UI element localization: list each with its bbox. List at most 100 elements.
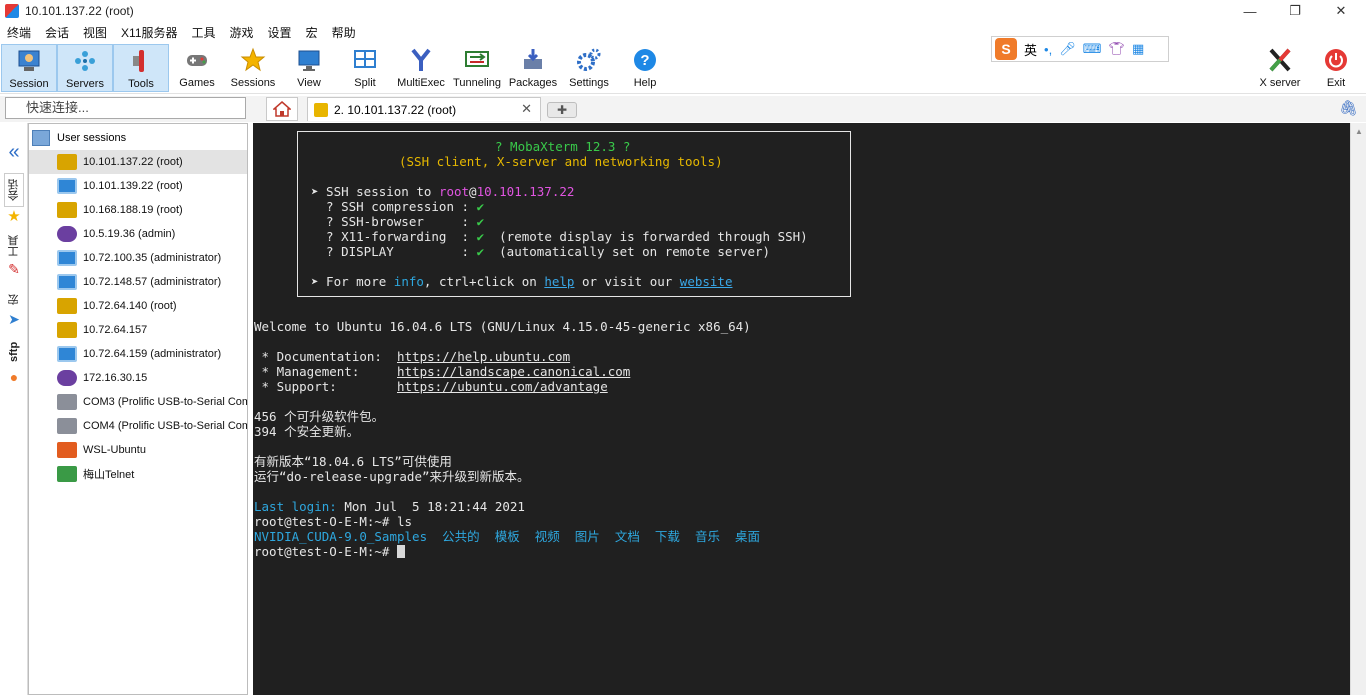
sessions-panel: User sessions 10.101.137.22 (root) 10.10… <box>28 123 248 695</box>
tools-button[interactable]: Tools <box>113 44 169 92</box>
option-line: ? X11-forwarding : ✔ (remote display is … <box>311 229 808 244</box>
rdp-windows-icon <box>57 274 77 290</box>
upgrade-hint-line: 运行“do-release-upgrade”来升级到新版本。 <box>254 469 530 484</box>
tab-close-icon[interactable]: ✕ <box>521 101 532 117</box>
menu-settings[interactable]: 设置 <box>261 24 299 41</box>
session-button[interactable]: Session <box>1 44 57 92</box>
updates-line: 456 个可升级软件包。 <box>254 409 385 424</box>
toolbox-grid-icon[interactable]: ▦ <box>1132 41 1144 57</box>
ssh-key-icon <box>57 322 77 338</box>
session-item[interactable]: 10.72.64.157 <box>29 318 247 342</box>
star-icon <box>240 47 266 73</box>
terminal-scrollbar[interactable]: ▲ <box>1350 123 1366 695</box>
menu-help[interactable]: 帮助 <box>325 24 363 41</box>
website-link[interactable]: website <box>680 274 733 289</box>
option-line: ? SSH compression : ✔ <box>311 199 485 214</box>
tools-icon <box>128 48 154 74</box>
x-server-icon <box>1267 47 1293 73</box>
rdp-windows-icon <box>57 346 77 362</box>
ls-output-line: NVIDIA_CUDA-9.0_Samples 公共的 模板 视频 图片 文档 … <box>254 529 761 544</box>
home-icon <box>273 101 291 117</box>
left-sidebar: « 会话 ★ 工具 ✎ 宏 ➤ sftp ● <box>0 123 28 695</box>
user-sessions-folder[interactable]: User sessions <box>29 126 247 150</box>
window-title: 10.101.137.22 (root) <box>25 4 134 18</box>
ssh-key-icon <box>314 102 328 117</box>
split-button[interactable]: Split <box>337 44 393 92</box>
scroll-up-arrow-icon[interactable]: ▲ <box>1355 127 1363 136</box>
doc-url[interactable]: https://help.ubuntu.com <box>397 349 570 364</box>
info-link[interactable]: info <box>394 274 424 289</box>
xserver-button[interactable]: X server <box>1252 44 1308 92</box>
keyboard-icon[interactable]: ⌨ <box>1083 41 1102 57</box>
session-item[interactable]: 10.5.19.36 (admin) <box>29 222 247 246</box>
welcome-line: Welcome to Ubuntu 16.04.6 LTS (GNU/Linux… <box>254 319 751 334</box>
session-item[interactable]: COM4 (Prolific USB-to-Serial Comm <box>29 414 247 438</box>
restore-icon[interactable]: ❐ <box>1272 0 1318 22</box>
menu-view[interactable]: 视图 <box>76 24 114 41</box>
paperclip-icon[interactable]: 🖇︎ <box>1339 99 1358 117</box>
support-line: * Support: https://ubuntu.com/advantage <box>254 379 608 394</box>
sessions-button[interactable]: Sessions <box>225 44 281 92</box>
new-tab-button[interactable]: ✚ <box>547 102 577 118</box>
last-login-line: Last login: Mon Jul 5 18:21:44 2021 <box>254 499 525 514</box>
session-tab-active[interactable]: 2. 10.101.137.22 (root) ✕ <box>307 97 541 121</box>
current-prompt: root@test-O-E-M:~# <box>254 544 405 559</box>
ime-language-toggle[interactable]: 英 <box>1024 40 1037 59</box>
multiexec-button[interactable]: MultiExec <box>393 44 449 92</box>
tab-tools[interactable]: 工具 <box>4 231 24 261</box>
session-item[interactable]: 10.72.148.57 (administrator) <box>29 270 247 294</box>
menu-macros[interactable]: 宏 <box>299 24 325 41</box>
ime-punctuation-toggle[interactable]: •, <box>1044 42 1052 57</box>
view-button[interactable]: View <box>281 44 337 92</box>
tunneling-button[interactable]: Tunneling <box>449 44 505 92</box>
option-line: ? DISPLAY : ✔ (automatically set on remo… <box>311 244 771 259</box>
session-item[interactable]: COM3 (Prolific USB-to-Serial Comm <box>29 390 247 414</box>
session-item[interactable]: 10.72.64.159 (administrator) <box>29 342 247 366</box>
folder-user-icon <box>32 130 50 146</box>
mobaxterm-app-icon <box>5 4 19 18</box>
minimize-icon[interactable]: — <box>1227 0 1273 22</box>
menu-games[interactable]: 游戏 <box>223 24 261 41</box>
games-icon <box>184 47 210 73</box>
ime-toolbar: S 英 •, 🎤︎ ⌨ 👕︎ ▦ <box>991 36 1169 62</box>
session-item[interactable]: 10.72.64.140 (root) <box>29 294 247 318</box>
prompt-line: root@test-O-E-M:~# ls <box>254 514 413 529</box>
exit-button[interactable]: Exit <box>1308 44 1364 92</box>
session-item[interactable]: 10.72.100.35 (administrator) <box>29 246 247 270</box>
session-tab-label: 2. 10.101.137.22 (root) <box>334 102 457 117</box>
session-item[interactable]: WSL-Ubuntu <box>29 438 247 462</box>
menu-x11-server[interactable]: X11服务器 <box>114 24 184 41</box>
collapse-sidebar-icon[interactable]: « <box>4 141 24 164</box>
session-item[interactable]: 172.16.30.15 <box>29 366 247 390</box>
packages-button[interactable]: Packages <box>505 44 561 92</box>
session-icon <box>16 48 42 74</box>
close-icon[interactable]: ✕ <box>1318 0 1364 22</box>
session-item[interactable]: 10.101.139.22 (root) <box>29 174 247 198</box>
menu-terminal[interactable]: 终端 <box>0 24 38 41</box>
help-button[interactable]: ? Help <box>617 44 673 92</box>
doc-line: * Documentation: https://help.ubuntu.com <box>254 349 571 364</box>
help-link[interactable]: help <box>544 274 574 289</box>
session-item[interactable]: 10.168.188.19 (root) <box>29 198 247 222</box>
session-item[interactable]: 梅山Telnet <box>29 462 247 486</box>
option-line: ? SSH-browser : ✔ <box>311 214 485 229</box>
terminal[interactable]: ? MobaXterm 12.3 ? (SSH client, X-server… <box>253 123 1350 695</box>
skin-shirt-icon[interactable]: 👕︎ <box>1108 41 1125 57</box>
menu-tools[interactable]: 工具 <box>185 24 223 41</box>
mgmt-url[interactable]: https://landscape.canonical.com <box>397 364 630 379</box>
games-button[interactable]: Games <box>169 44 225 92</box>
quick-connect-input[interactable]: 快速连接... <box>5 97 246 119</box>
microphone-icon[interactable]: 🎤︎ <box>1059 41 1076 57</box>
tab-sftp[interactable]: sftp <box>4 337 24 367</box>
menu-sessions[interactable]: 会话 <box>38 24 76 41</box>
power-icon <box>1323 47 1349 73</box>
session-item[interactable]: 10.101.137.22 (root) <box>29 150 247 174</box>
tab-macros[interactable]: 宏 <box>4 289 24 311</box>
support-url[interactable]: https://ubuntu.com/advantage <box>397 379 608 394</box>
sogou-logo-icon[interactable]: S <box>995 38 1017 60</box>
view-icon <box>296 47 322 73</box>
tab-sessions[interactable]: 会话 <box>4 173 24 207</box>
servers-button[interactable]: Servers <box>57 44 113 92</box>
settings-button[interactable]: Settings <box>561 44 617 92</box>
home-tab[interactable] <box>266 97 298 121</box>
